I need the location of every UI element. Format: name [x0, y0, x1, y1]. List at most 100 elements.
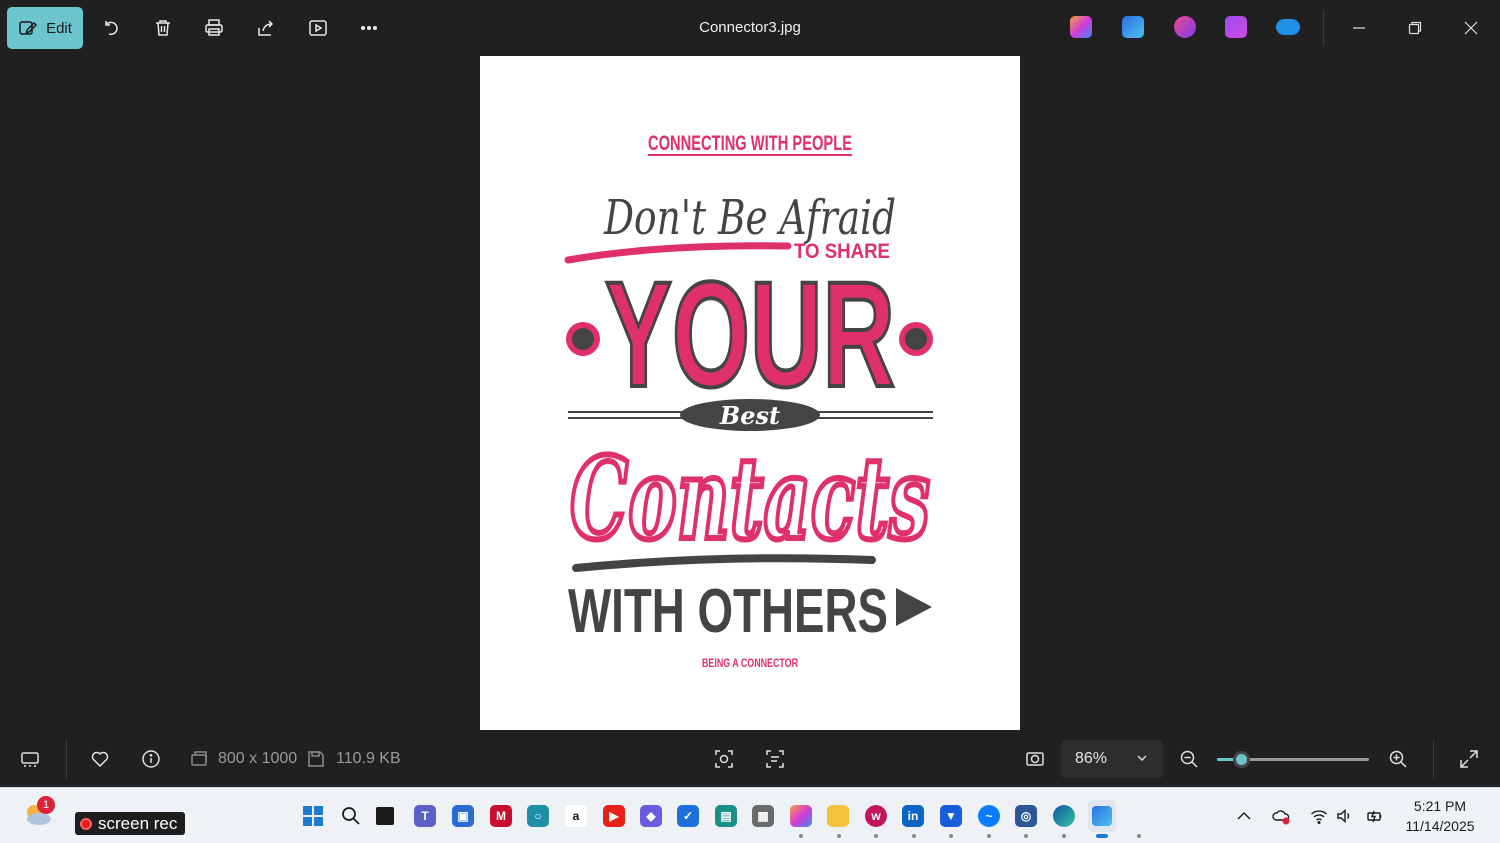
battery-charging-icon	[1367, 810, 1382, 823]
zoom-slider-thumb[interactable]	[1233, 751, 1250, 768]
mcafee-icon[interactable]: M	[490, 805, 512, 827]
amazon-icon[interactable]: a	[565, 805, 587, 827]
linkedin-icon[interactable]: in	[902, 805, 924, 827]
zoom-out-button[interactable]	[1178, 748, 1200, 770]
copilot-icon[interactable]	[1070, 16, 1092, 38]
zoom-level-dropdown[interactable]: 86%	[1061, 740, 1163, 778]
photos-editor-icon[interactable]	[1122, 16, 1144, 38]
windows-logo-icon	[303, 806, 323, 826]
calculator-icon[interactable]: ▦	[752, 805, 774, 827]
top-toolbar: Edit Connector3.jpg	[0, 0, 1500, 56]
poster-contacts: Contacts	[570, 434, 930, 565]
running-indicator	[949, 834, 953, 838]
fit-to-window-icon	[1026, 752, 1044, 766]
photos-app-icon	[1092, 806, 1112, 826]
copilot-app-icon[interactable]	[790, 805, 812, 827]
cortana-app-icon[interactable]: ○	[527, 805, 549, 827]
running-indicator	[1137, 834, 1141, 838]
scan-text-icon	[766, 750, 784, 768]
play-triangle	[896, 588, 932, 626]
running-indicator	[799, 834, 803, 838]
visual-search-button[interactable]	[713, 748, 735, 770]
zoom-in-icon	[1389, 750, 1407, 768]
store-icon[interactable]: ▣	[452, 805, 474, 827]
filmstrip-icon	[21, 752, 39, 767]
taskbar-clock[interactable]: 5:21 PM 11/14/2025	[1390, 796, 1490, 836]
minimize-button[interactable]	[1345, 14, 1373, 42]
minimize-icon	[1353, 27, 1365, 29]
photos-taskbar-button[interactable]	[1088, 800, 1116, 832]
actual-size-button[interactable]	[1024, 748, 1046, 770]
teams-icon[interactable]: T	[414, 805, 436, 827]
dimensions-icon	[188, 748, 210, 770]
edit-button[interactable]: Edit	[7, 7, 83, 49]
restore-icon	[1408, 21, 1422, 35]
show-hidden-icons-button[interactable]	[1233, 805, 1255, 827]
bottom-status-bar: 800 x 1000 110.9 KB 86%	[0, 731, 1500, 787]
youtube-icon[interactable]: ▶	[603, 805, 625, 827]
slideshow-icon	[309, 20, 327, 36]
edit-label: Edit	[46, 19, 72, 37]
image-canvas: CONNECTING WITH PEOPLE Don't Be Afraid T…	[480, 56, 1020, 730]
scan-text-button[interactable]	[764, 748, 786, 770]
status-divider-2	[1433, 739, 1434, 779]
visual-search-icon	[715, 750, 733, 768]
zoom-level-value: 86%	[1075, 750, 1108, 767]
chevron-up-icon	[1237, 812, 1251, 820]
remote-desktop-icon[interactable]: ▤	[715, 805, 737, 827]
more-options-button[interactable]	[354, 8, 384, 48]
running-indicator	[1062, 834, 1066, 838]
running-indicator	[874, 834, 878, 838]
poster-line1: Don't Be Afraid	[603, 190, 896, 246]
file-size-icon	[305, 748, 327, 770]
running-indicator	[912, 834, 916, 838]
rotate-icon	[105, 21, 118, 36]
screenrec-button[interactable]: screen rec	[75, 812, 185, 835]
search-button[interactable]	[340, 805, 362, 827]
file-size: 110.9 KB	[336, 750, 401, 767]
onedrive-tray-button[interactable]	[1270, 805, 1292, 827]
close-button[interactable]	[1457, 14, 1485, 42]
poster-image: CONNECTING WITH PEOPLE Don't Be Afraid T…	[564, 132, 933, 670]
close-icon	[1464, 21, 1478, 35]
rotate-button[interactable]	[96, 8, 126, 48]
video-editor-icon[interactable]	[1225, 16, 1247, 38]
messenger-icon[interactable]: ~	[978, 805, 1000, 827]
favorite-button[interactable]	[89, 748, 111, 770]
start-button[interactable]	[302, 805, 324, 827]
heart-icon	[91, 751, 109, 768]
todo-icon[interactable]: ✓	[677, 805, 699, 827]
delete-button[interactable]	[148, 8, 178, 48]
running-indicator	[1024, 834, 1028, 838]
image-dimensions: 800 x 1000	[218, 750, 298, 767]
task-view-button[interactable]	[376, 807, 394, 825]
filmstrip-button[interactable]	[19, 748, 41, 770]
edit-image-icon	[19, 21, 38, 35]
onedrive-icon[interactable]	[1276, 19, 1300, 35]
file-explorer-icon[interactable]	[827, 805, 849, 827]
wifi-icon	[1311, 810, 1327, 824]
network-button[interactable]	[1308, 805, 1330, 827]
steam-icon[interactable]: ◎	[1015, 805, 1037, 827]
save-disk-icon	[308, 751, 324, 767]
edge-icon[interactable]	[1053, 805, 1075, 827]
zoom-slider[interactable]	[1217, 751, 1369, 768]
wondershare-icon[interactable]: w	[865, 805, 887, 827]
slideshow-button[interactable]	[303, 8, 333, 48]
file-info-button[interactable]	[140, 748, 162, 770]
printer-icon	[205, 19, 223, 36]
bitwarden-icon[interactable]: ▼	[940, 805, 962, 827]
zoom-in-button[interactable]	[1387, 748, 1409, 770]
ellipsis-icon	[360, 25, 378, 31]
battery-button[interactable]	[1364, 805, 1386, 827]
share-button[interactable]	[251, 8, 281, 48]
volume-button[interactable]	[1334, 805, 1356, 827]
poster-your: YOUR	[605, 250, 895, 418]
fullscreen-button[interactable]	[1458, 748, 1480, 770]
record-dot-icon	[80, 817, 92, 830]
print-button[interactable]	[199, 8, 229, 48]
restore-button[interactable]	[1401, 14, 1429, 42]
copilot-taskbar-icon[interactable]: ◆	[640, 805, 662, 827]
clipchamp-icon[interactable]	[1174, 16, 1196, 38]
active-app-indicator	[1096, 834, 1108, 838]
